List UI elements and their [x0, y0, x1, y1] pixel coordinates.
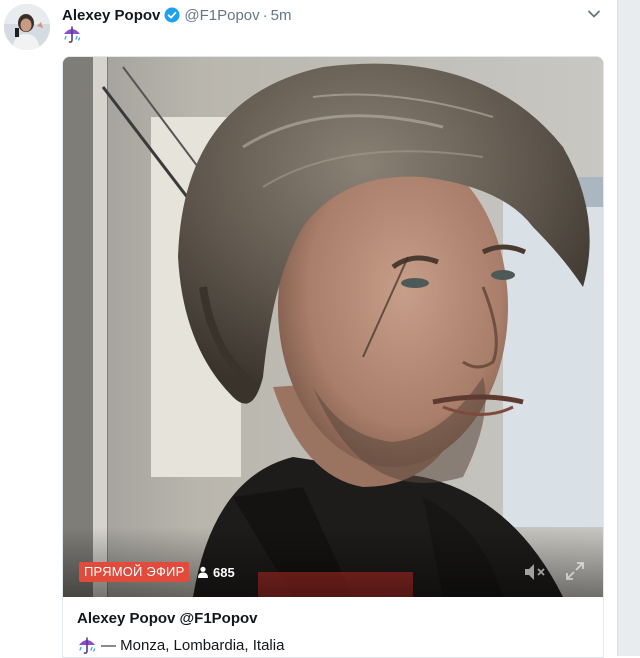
live-video[interactable]: ПРЯМОЙ ЭФИР 685: [63, 57, 603, 597]
periscope-card[interactable]: ПРЯМОЙ ЭФИР 685 Alexey Popov @F1Popov — …: [62, 56, 604, 658]
umbrella-with-rain-icon: [62, 24, 82, 44]
person-icon: [198, 566, 208, 578]
mute-icon[interactable]: [523, 561, 549, 588]
separator-dot: ·: [262, 6, 268, 24]
card-title[interactable]: Alexey Popov @F1Popov: [77, 610, 258, 627]
viewer-count: 685: [197, 562, 235, 582]
fullscreen-icon[interactable]: [565, 561, 585, 586]
umbrella-with-rain-icon: [79, 637, 96, 654]
live-badge: ПРЯМОЙ ЭФИР: [79, 562, 190, 582]
author-name[interactable]: Alexey Popov: [62, 7, 160, 24]
viewer-count-value: 685: [213, 564, 235, 580]
scrollbar[interactable]: [617, 0, 640, 656]
verified-badge-icon: [164, 7, 180, 23]
author-handle[interactable]: @F1Popov: [184, 7, 259, 24]
chevron-down-icon[interactable]: [586, 6, 602, 22]
location-text: — Monza, Lombardia, Italia: [101, 636, 285, 654]
tweet[interactable]: Alexey Popov @F1Popov · 5m ПРЯМОЙ ЭФИР 6…: [0, 0, 618, 658]
card-location: — Monza, Lombardia, Italia: [77, 635, 284, 655]
avatar[interactable]: [4, 4, 50, 50]
tweet-header: Alexey Popov @F1Popov · 5m: [62, 5, 291, 25]
timestamp[interactable]: 5m: [271, 7, 292, 24]
